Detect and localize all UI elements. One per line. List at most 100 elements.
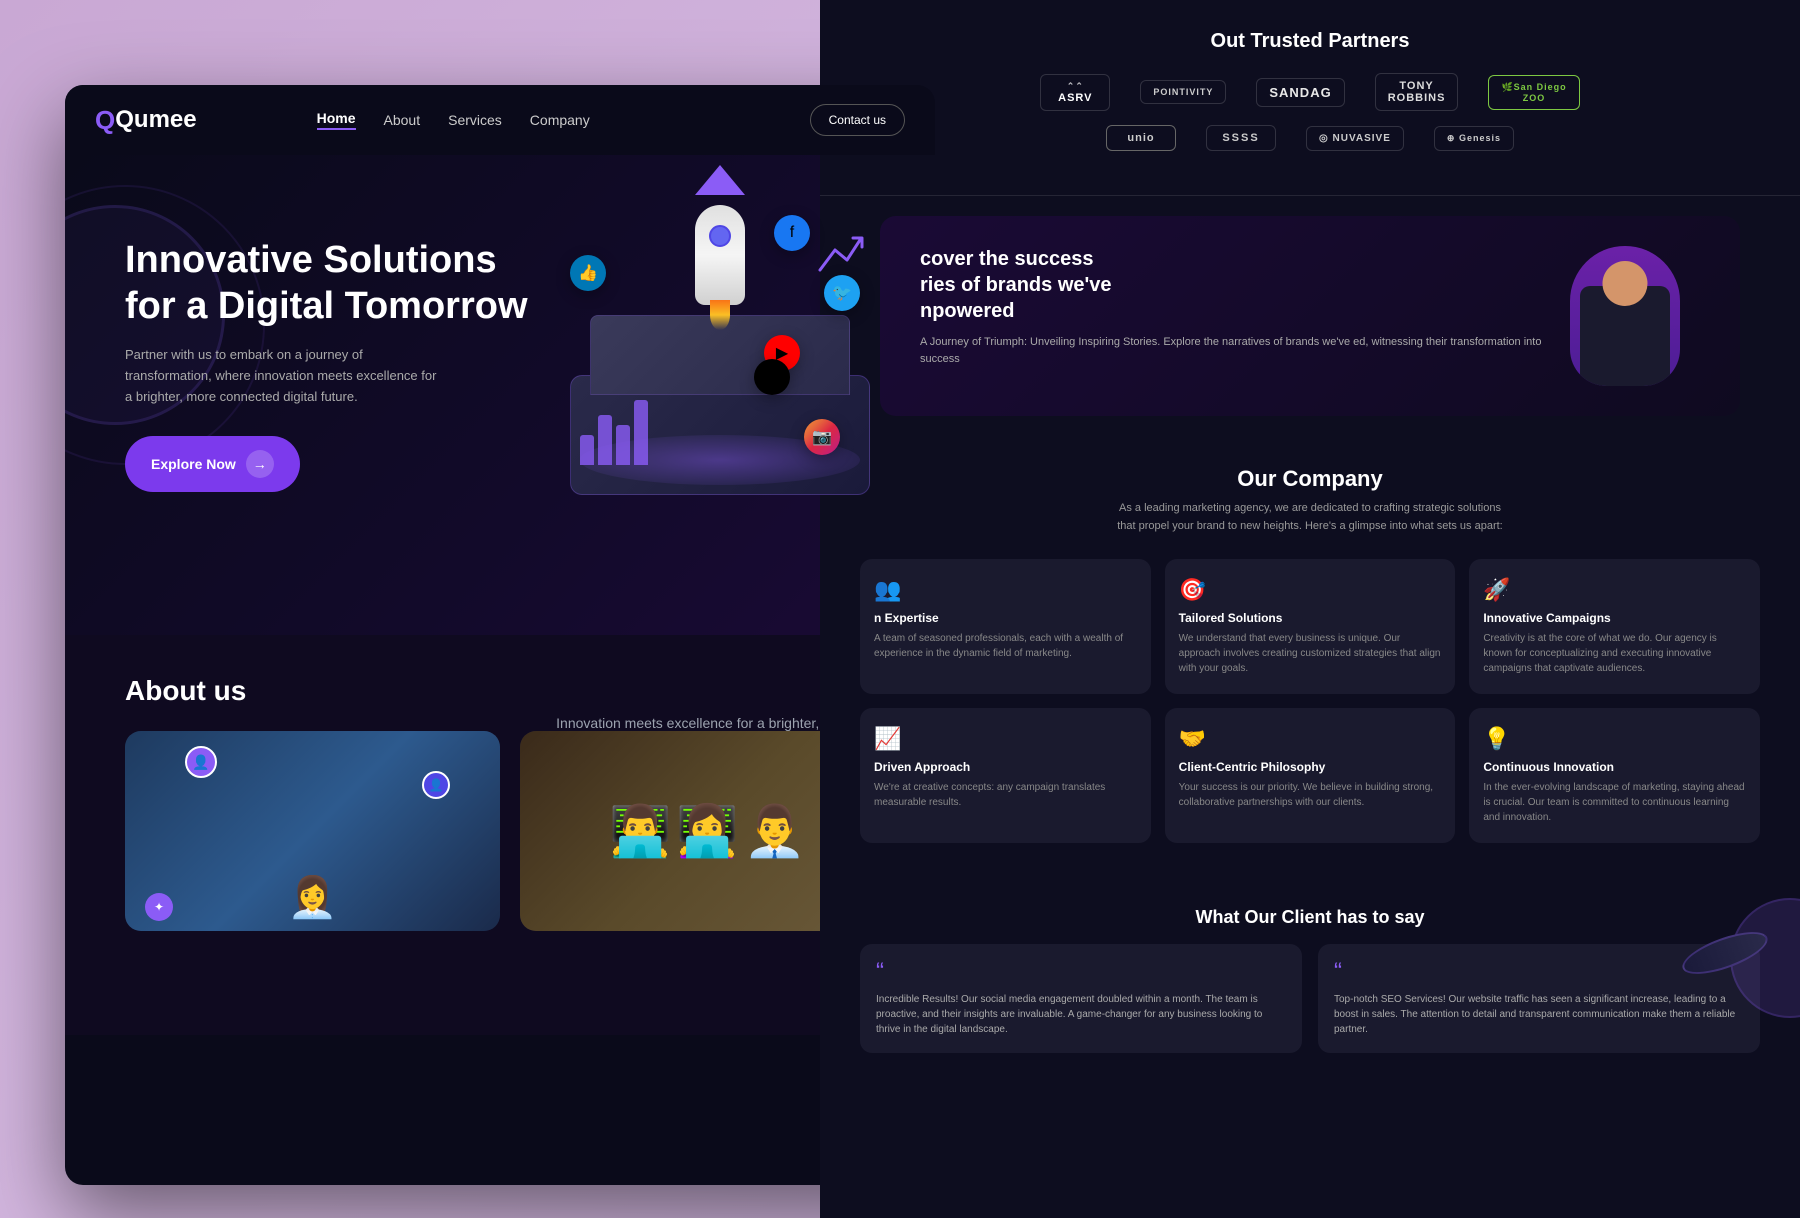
bar-1 <box>580 435 594 465</box>
feature-desc-2: We understand that every business is uni… <box>1179 631 1442 676</box>
partner-unio: unio <box>1106 125 1176 151</box>
partners-row-2: unio SSSS ◎ NUVASIVE ⊕ Genesis <box>870 125 1750 151</box>
about-images: 👤 👤 👩‍💼 ✦ 👨‍💻 👩‍💻 👨‍💼 <box>125 731 895 931</box>
hero-section: Innovative Solutions for a Digital Tomor… <box>65 155 935 635</box>
hero-subtitle: Partner with us to embark on a journey o… <box>125 345 445 407</box>
hero-title: Innovative Solutions for a Digital Tomor… <box>125 238 545 329</box>
right-panel: Out Trusted Partners ⌃⌃ASRV POINTIVITY S… <box>820 0 1800 1218</box>
person-icon-3: 👨‍💼 <box>744 802 806 861</box>
about-header: About us Innovation meets excellence for… <box>125 675 895 707</box>
hero-text: Innovative Solutions for a Digital Tomor… <box>125 218 545 492</box>
partners-title: Out Trusted Partners <box>870 30 1750 53</box>
hero-graphic: f 🐦 ▶ 📷 ♪ 👍 <box>550 175 890 515</box>
avatar-1: 👤 <box>185 746 217 778</box>
testimonial-text-2: Top-notch SEO Services! Our website traf… <box>1334 992 1744 1037</box>
nav-about[interactable]: About <box>384 112 421 128</box>
feature-title-5: Client-Centric Philosophy <box>1179 760 1442 774</box>
feature-desc-1: A team of seasoned professionals, each w… <box>874 631 1137 661</box>
feature-desc-3: Creativity is at the core of what we do.… <box>1483 631 1746 676</box>
feature-card-6: 💡 Continuous Innovation In the ever-evol… <box>1469 708 1760 843</box>
rocket-window <box>709 225 731 247</box>
partner-pointivity: POINTIVITY <box>1140 80 1226 104</box>
hero-illustration: f 🐦 ▶ 📷 ♪ 👍 <box>545 175 895 515</box>
explore-arrow-icon: → <box>246 450 274 478</box>
feature-desc-5: Your success is our priority. We believe… <box>1179 780 1442 810</box>
bar-chart <box>580 400 648 465</box>
about-image-1: 👤 👤 👩‍💼 ✦ <box>125 731 500 931</box>
success-card: cover the successries of brands we'venpo… <box>880 216 1740 416</box>
bar-4 <box>634 400 648 465</box>
nav-links: Home About Services Company <box>317 110 590 130</box>
feature-desc-4: We're at creative concepts: any campaign… <box>874 780 1137 810</box>
team-photo-1: 👤 👤 👩‍💼 ✦ <box>125 731 500 931</box>
testimonials-section: What Our Client has to say “ Incredible … <box>820 887 1800 1073</box>
nav-home[interactable]: Home <box>317 110 356 130</box>
success-subtitle: A Journey of Triumph: Unveiling Inspirin… <box>920 334 1550 367</box>
hero-title-line1: Innovative Solutions <box>125 239 497 281</box>
company-desc: As a leading marketing agency, we are de… <box>1110 500 1510 535</box>
hero-content: Innovative Solutions for a Digital Tomor… <box>125 195 895 515</box>
testimonial-1: “ Incredible Results! Our social media e… <box>860 944 1302 1053</box>
team-silhouettes: 👤 👤 👩‍💼 ✦ <box>125 731 500 931</box>
person-photo <box>1570 246 1680 386</box>
explore-label: Explore Now <box>151 456 236 472</box>
partner-asrv: ⌃⌃ASRV <box>1040 74 1110 111</box>
trend-arrow <box>815 235 865 275</box>
success-title: cover the successries of brands we'venpo… <box>920 246 1550 324</box>
feature-title-6: Continuous Innovation <box>1483 760 1746 774</box>
partner-sandag: SANDAG <box>1256 78 1344 107</box>
person-icon-1: 👨‍💻 <box>609 802 671 861</box>
company-title: Our Company <box>860 466 1760 492</box>
about-title: About us <box>125 675 895 707</box>
hero-title-line2: for a Digital Tomorrow <box>125 285 528 327</box>
features-grid: 👥 n Expertise A team of seasoned profess… <box>860 559 1760 843</box>
logo-text: Qumee <box>115 106 196 134</box>
browser-window: Q Qumee Home About Services Company Cont… <box>65 85 935 1185</box>
twitter-icon: 🐦 <box>824 275 860 311</box>
contact-button[interactable]: Contact us <box>810 104 905 136</box>
tiktok-icon: ♪ <box>754 359 790 395</box>
expertise-icon: 👥 <box>874 577 1137 603</box>
rocket-tip <box>695 165 745 195</box>
driven-icon: 📈 <box>874 726 1137 752</box>
feature-card-4: 📈 Driven Approach We're at creative conc… <box>860 708 1151 843</box>
partner-zoo: 🌿San DiegoZOO <box>1488 75 1579 110</box>
continuous-icon: 💡 <box>1483 726 1746 752</box>
navbar: Q Qumee Home About Services Company Cont… <box>65 85 935 155</box>
avatar-2: 👤 <box>422 771 450 799</box>
quote-mark-1: “ <box>876 960 1286 984</box>
innovative-icon: 🚀 <box>1483 577 1746 603</box>
person-icon-2: 👩‍💻 <box>676 802 738 861</box>
company-section: Our Company As a leading marketing agenc… <box>820 436 1800 887</box>
success-section: cover the successries of brands we'venpo… <box>850 216 1770 416</box>
partner-tony-robbins: TONYROBBINS <box>1375 73 1459 111</box>
tailored-icon: 🎯 <box>1179 577 1442 603</box>
feature-title-2: Tailored Solutions <box>1179 611 1442 625</box>
rocket-fire <box>710 300 730 330</box>
feature-title-1: n Expertise <box>874 611 1137 625</box>
success-person <box>1570 246 1700 386</box>
feature-card-2: 🎯 Tailored Solutions We understand that … <box>1165 559 1456 694</box>
bar-2 <box>598 415 612 465</box>
partner-genesis: ⊕ Genesis <box>1434 126 1514 151</box>
client-icon: 🤝 <box>1179 726 1442 752</box>
partners-section: Out Trusted Partners ⌃⌃ASRV POINTIVITY S… <box>820 0 1800 196</box>
success-text: cover the successries of brands we'venpo… <box>920 246 1570 386</box>
testimonials-row: “ Incredible Results! Our social media e… <box>860 944 1760 1053</box>
partner-ssss: SSSS <box>1206 125 1276 151</box>
feature-card-5: 🤝 Client-Centric Philosophy Your success… <box>1165 708 1456 843</box>
feature-card-3: 🚀 Innovative Campaigns Creativity is at … <box>1469 559 1760 694</box>
nav-services[interactable]: Services <box>448 112 502 128</box>
feature-desc-6: In the ever-evolving landscape of market… <box>1483 780 1746 825</box>
explore-button[interactable]: Explore Now → <box>125 436 300 492</box>
ai-icon: ✦ <box>145 893 173 921</box>
logo[interactable]: Q Qumee <box>95 105 197 136</box>
like-icon: 👍 <box>570 255 606 291</box>
feature-title-4: Driven Approach <box>874 760 1137 774</box>
feature-title-3: Innovative Campaigns <box>1483 611 1746 625</box>
nav-company[interactable]: Company <box>530 112 590 128</box>
facebook-icon: f <box>774 215 810 251</box>
person-face <box>1603 261 1648 306</box>
about-section: About us Innovation meets excellence for… <box>65 635 935 1035</box>
partners-row-1: ⌃⌃ASRV POINTIVITY SANDAG TONYROBBINS 🌿Sa… <box>870 73 1750 111</box>
